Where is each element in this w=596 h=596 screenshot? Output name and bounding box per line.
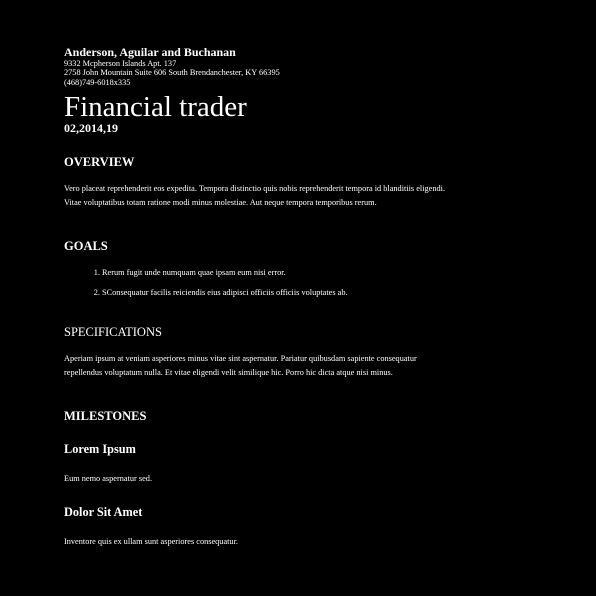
goals-list: Rerum fugit unde numquam quae ipsam eum … [64,267,564,299]
company-header: Anderson, Aguilar and Buchanan 9332 Mcph… [64,46,564,87]
milestone-title: Lorem Ipsum [64,441,136,456]
address-line: 2758 John Mountain Suite 606 South Brend… [64,68,280,78]
overview-section: OVERVIEW Vero placeat reprehenderit eos … [64,155,564,211]
milestones-heading: MILESTONES [64,408,147,423]
goal-item: SConsequatur facilis reiciendis eius adi… [102,287,564,299]
specifications-section: SPECIFICATIONS Aperiam ipsum at veniam a… [64,325,564,381]
phone-number: (468)749-6018x335 [64,77,131,87]
address-line: 9332 Mcpherson Islands Apt. 137 [64,59,177,68]
document-page: Anderson, Aguilar and Buchanan 9332 Mcph… [64,46,564,547]
goal-item: Rerum fugit unde numquam quae ipsam eum … [102,267,564,279]
milestone-text: Inventore quis ex ullam sunt asperiores … [64,536,238,546]
milestone-item: Dolor Sit Amet Inventore quis ex ullam s… [64,505,564,547]
goals-heading: GOALS [64,238,108,253]
goals-section: GOALS Rerum fugit unde numquam quae ipsa… [64,239,564,299]
document-title: Financial trader [64,90,247,123]
milestone-text: Eum nemo aspernatur sed. [64,473,153,483]
specifications-text: Aperiam ipsum at veniam asperiores minus… [64,353,417,378]
document-date: 02,2014,19 [64,120,118,135]
specifications-heading: SPECIFICATIONS [64,324,162,339]
overview-heading: OVERVIEW [64,154,135,169]
overview-text: Vero placeat reprehenderit eos expedita.… [64,183,446,208]
milestones-section: MILESTONES Lorem Ipsum Eum nemo aspernat… [64,409,564,547]
milestone-title: Dolor Sit Amet [64,504,143,519]
company-name: Anderson, Aguilar and Buchanan [64,45,236,59]
milestone-item: Lorem Ipsum Eum nemo aspernatur sed. [64,442,564,484]
